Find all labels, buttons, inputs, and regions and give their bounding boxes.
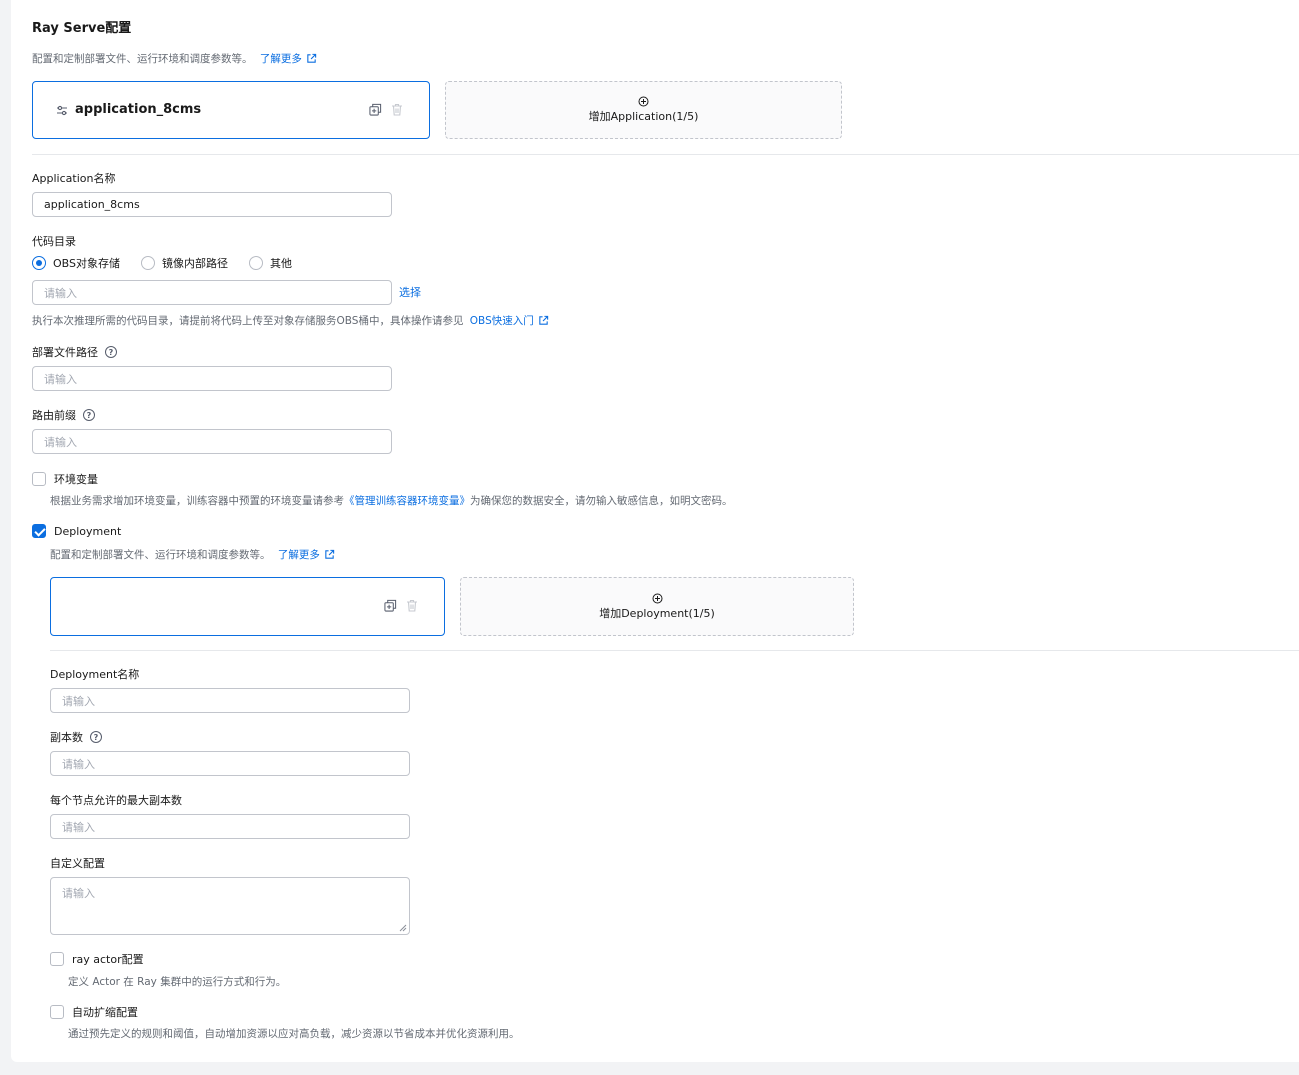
add-application-button[interactable]: 增加Application(1/5) [445,81,842,139]
copy-icon[interactable] [369,103,382,116]
replicas-input[interactable]: 请输入 [50,751,410,776]
resize-handle-icon[interactable] [399,924,407,932]
deployment-label: Deployment [54,524,122,538]
radio-image-path[interactable]: 镜像内部路径 [141,255,228,271]
add-circle-icon [652,593,662,603]
application-tab-name: application_8cms [75,102,202,117]
learn-more-label: 了解更多 [259,53,302,65]
external-link-icon [325,549,335,559]
deployment-description: 配置和定制部署文件、运行环境和调度参数等。 了解更多 [50,547,335,562]
add-application-label: 增加Application(1/5) [588,110,699,123]
radio-obs-label: OBS对象存储 [53,257,120,270]
max-per-node-input[interactable]: 请输入 [50,814,410,839]
custom-config-textarea[interactable]: 请输入 [50,877,410,935]
radio-other[interactable]: 其他 [249,255,292,271]
add-circle-icon [638,96,649,107]
code-dir-hint: 执行本次推理所需的代码目录，请提前将代码上传至对象存储服务OBS桶中，具体操作请… [32,313,549,328]
external-link-icon [539,315,548,325]
code-dir-radio-group: OBS对象存储 镜像内部路径 其他 [32,255,292,271]
help-icon[interactable]: ? [90,731,102,743]
env-vars-hint: 根据业务需求增加环境变量，训练容器中预置的环境变量请参考《管理训练容器环境变量》… [50,493,733,508]
obs-quickstart-label: OBS快速入门 [469,315,534,327]
ray-actor-label: ray actor配置 [72,953,144,966]
route-prefix-input[interactable]: 请输入 [32,429,392,454]
deployment-tab-card[interactable] [50,577,445,636]
application-tab-card[interactable]: application_8cms [32,81,430,139]
deployment-learn-more-link[interactable]: 了解更多 [278,549,335,561]
ray-actor-checkbox[interactable]: ray actor配置 [50,951,144,967]
custom-config-placeholder: 请输入 [62,887,95,900]
replicas-label-row: 副本数 ? [50,729,102,745]
divider [50,650,1299,651]
copy-icon[interactable] [384,599,397,612]
env-doc-link[interactable]: 《管理训练容器环境变量》 [344,495,470,507]
application-name-input[interactable]: application_8cms [32,192,392,217]
deployment-name-label: Deployment名称 [50,668,140,681]
section-desc-text: 配置和定制部署文件、运行环境和调度参数等。 [32,53,253,65]
code-dir-input[interactable]: 请输入 [32,280,392,305]
radio-other-label: 其他 [270,257,292,270]
delete-icon[interactable] [391,103,403,116]
deployment-checkbox-box [32,524,46,538]
deployment-name-input[interactable]: 请输入 [50,688,410,713]
ray-actor-checkbox-box [50,952,64,966]
divider [32,154,1299,155]
replicas-label: 副本数 [50,731,83,744]
settings-sliders-icon [57,105,67,116]
env-hint-pre: 根据业务需求增加环境变量，训练容器中预置的环境变量请参考 [50,495,344,507]
ray-actor-hint: 定义 Actor 在 Ray 集群中的运行方式和行为。 [68,976,287,988]
deploy-file-input[interactable]: 请输入 [32,366,392,391]
autoscale-checkbox[interactable]: 自动扩缩配置 [50,1004,138,1020]
obs-quickstart-link[interactable]: OBS快速入门 [470,315,549,327]
deployment-learn-more-label: 了解更多 [277,549,320,561]
radio-obs-indicator [32,256,46,270]
route-prefix-label-row: 路由前缀 ? [32,407,95,423]
add-deployment-button[interactable]: 增加Deployment(1/5) [460,577,854,636]
select-link[interactable]: 选择 [399,284,421,300]
custom-config-label: 自定义配置 [50,857,105,870]
radio-obs[interactable]: OBS对象存储 [32,255,120,271]
section-description: 配置和定制部署文件、运行环境和调度参数等。 了解更多 [32,51,317,66]
radio-image-path-indicator [141,256,155,270]
application-name-label: Application名称 [32,172,116,185]
radio-image-path-label: 镜像内部路径 [162,257,228,270]
env-vars-checkbox[interactable]: 环境变量 [32,471,98,487]
route-prefix-label: 路由前缀 [32,409,76,422]
env-vars-label: 环境变量 [54,473,98,486]
help-icon[interactable]: ? [105,346,117,358]
deployment-desc-text: 配置和定制部署文件、运行环境和调度参数等。 [50,549,271,561]
autoscale-label: 自动扩缩配置 [72,1006,138,1019]
autoscale-checkbox-box [50,1005,64,1019]
deploy-file-label-row: 部署文件路径 ? [32,344,117,360]
section-title: Ray Serve配置 [32,21,132,36]
deploy-file-label: 部署文件路径 [32,346,98,359]
autoscale-hint: 通过预先定义的规则和阈值，自动增加资源以应对高负载，减少资源以节省成本并优化资源… [68,1028,520,1040]
radio-other-indicator [249,256,263,270]
env-vars-checkbox-box [32,472,46,486]
code-dir-label: 代码目录 [32,235,76,248]
external-link-icon [307,53,317,63]
add-deployment-label: 增加Deployment(1/5) [599,606,715,620]
env-hint-post: 为确保您的数据安全，请勿输入敏感信息，如明文密码。 [470,495,733,507]
deployment-checkbox[interactable]: Deployment [32,524,121,538]
learn-more-link[interactable]: 了解更多 [260,53,317,65]
delete-icon[interactable] [406,599,418,612]
code-dir-hint-text: 执行本次推理所需的代码目录，请提前将代码上传至对象存储服务OBS桶中，具体操作请… [32,315,464,327]
help-icon[interactable]: ? [83,409,95,421]
max-per-node-label: 每个节点允许的最大副本数 [50,794,182,807]
